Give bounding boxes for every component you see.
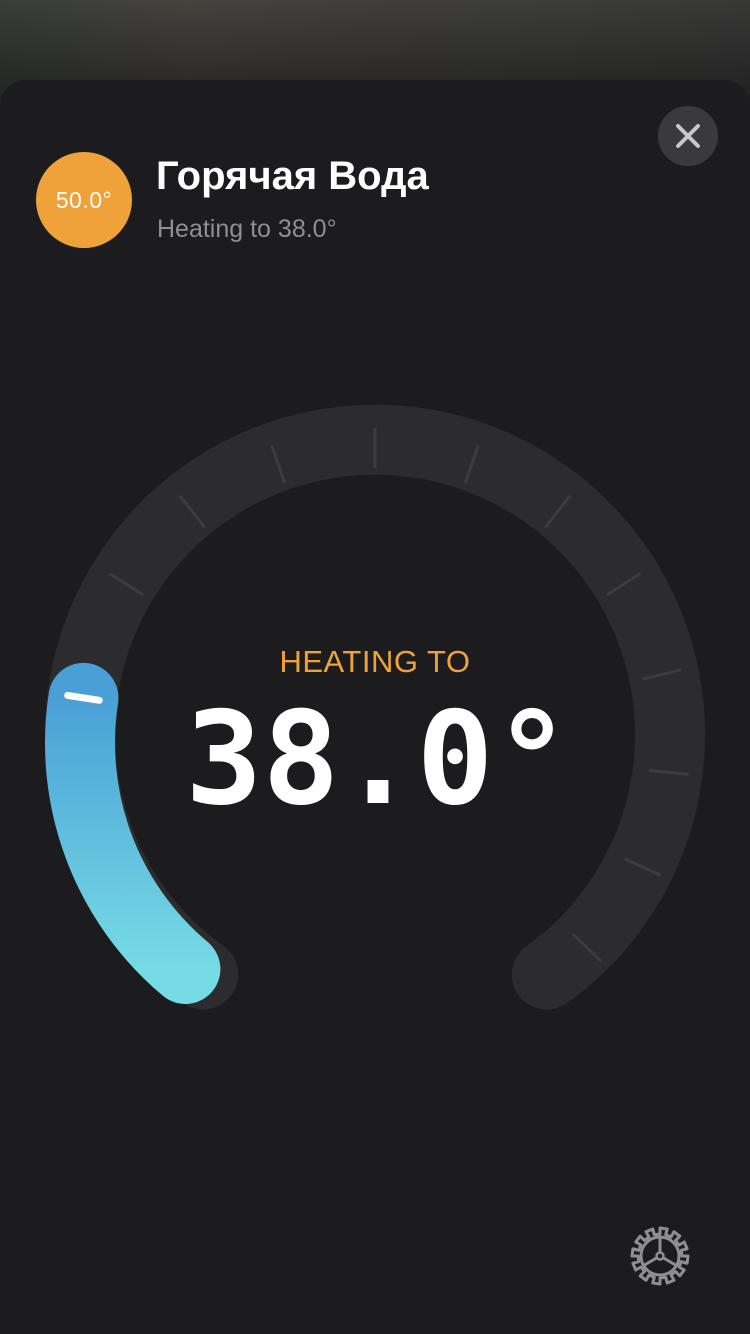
gear-icon[interactable]	[628, 1224, 692, 1288]
target-temperature: 38.0°	[185, 685, 571, 834]
mode-label: HEATING TO	[279, 644, 471, 679]
